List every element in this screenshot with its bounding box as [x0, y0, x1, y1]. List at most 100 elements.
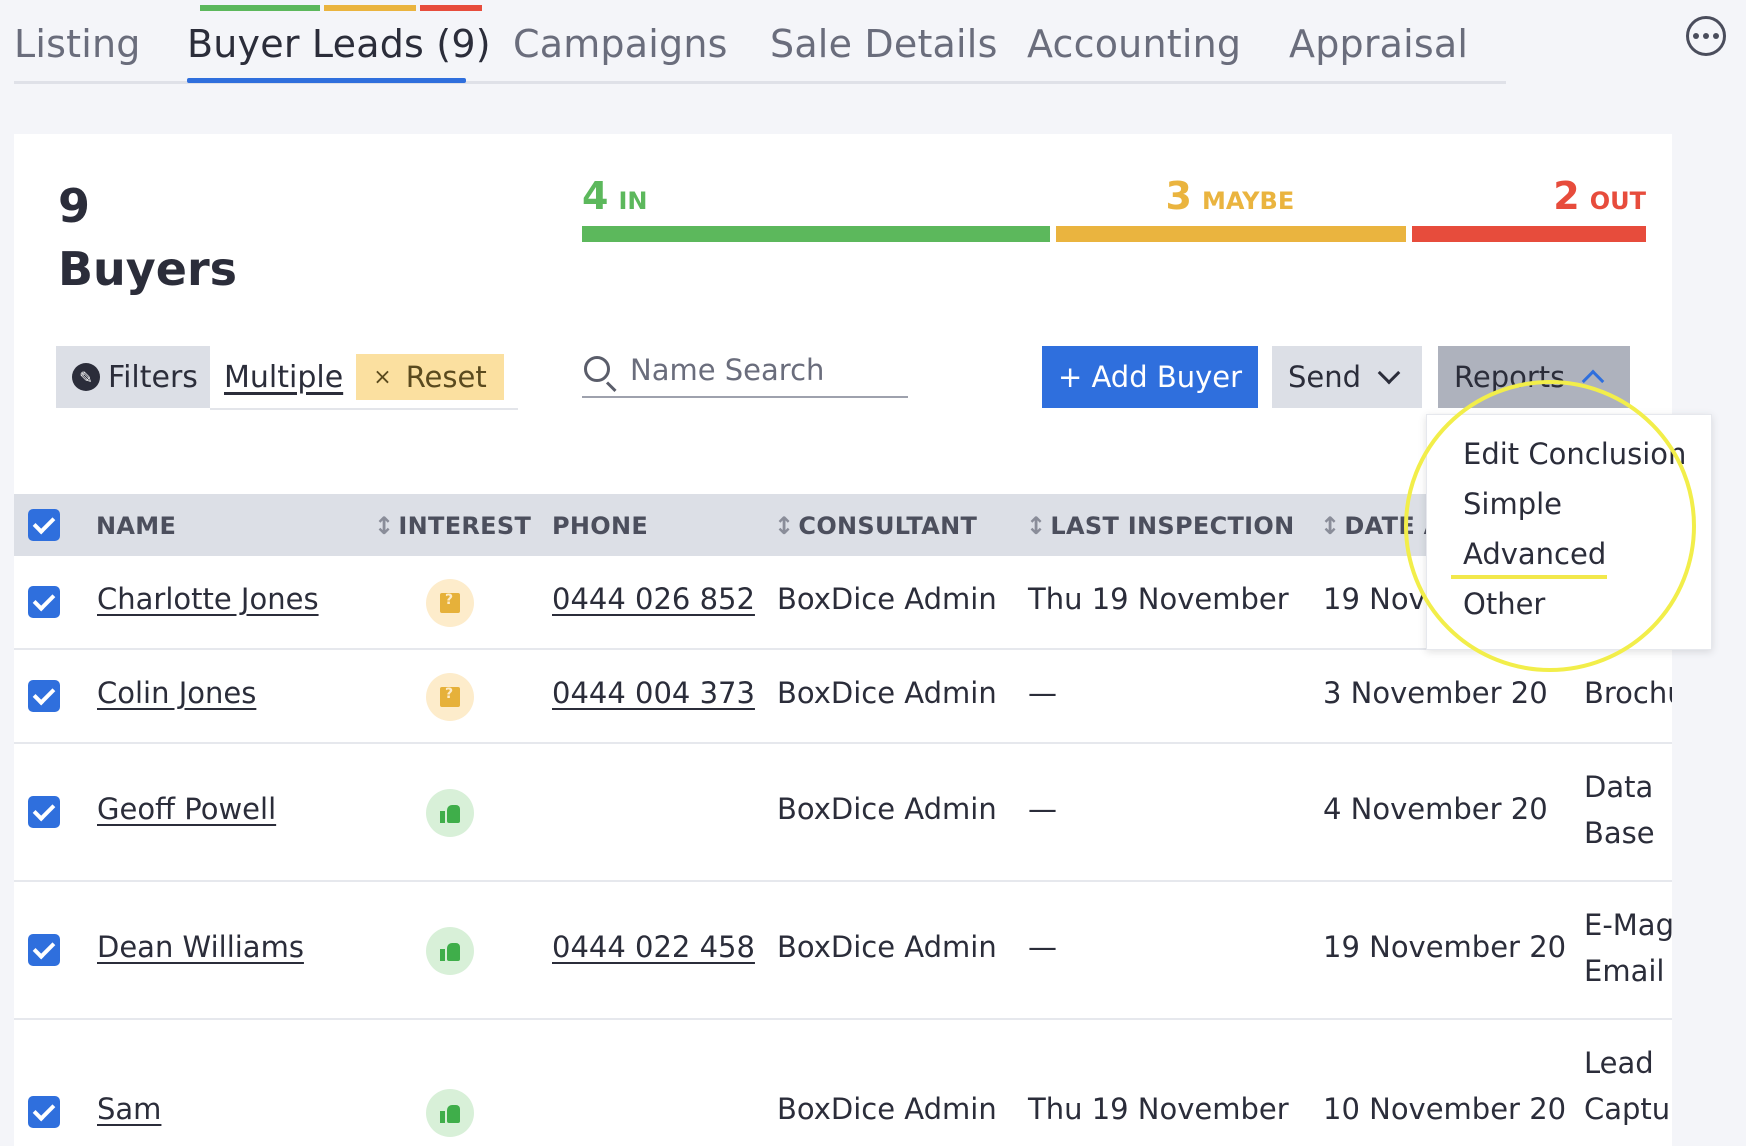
- menu-item-simple[interactable]: Simple: [1463, 487, 1562, 521]
- menu-item-advanced[interactable]: Advanced: [1463, 537, 1606, 571]
- tab-progress-maybe: [324, 5, 416, 11]
- tab-progress-out: [420, 5, 482, 11]
- tab-listing[interactable]: Listing: [14, 22, 141, 66]
- source-cell: Brochu: [1584, 676, 1672, 710]
- send-label: Send: [1288, 360, 1362, 394]
- search-input[interactable]: [630, 350, 900, 390]
- reset-label: Reset: [405, 360, 487, 394]
- row-checkbox[interactable]: [28, 680, 60, 712]
- source-cell: E-Mag Email: [1584, 908, 1672, 988]
- add-buyer-button[interactable]: + Add Buyer: [1042, 346, 1258, 408]
- thumbs-up-icon: [440, 803, 460, 823]
- interest-in-badge[interactable]: [426, 927, 474, 975]
- interest-segment-maybe[interactable]: 3 MAYBE: [1055, 174, 1407, 244]
- table-row[interactable]: Sam BoxDice Admin Thu 19 November 10 Nov…: [14, 1020, 1672, 1146]
- buyer-count: 9: [58, 179, 91, 233]
- tab-interest-progress: [200, 5, 482, 11]
- date-added-cell: 10 November 20: [1323, 1092, 1567, 1126]
- consultant-cell: BoxDice Admin: [777, 582, 997, 616]
- last-inspection-cell: —: [1028, 930, 1057, 964]
- phone-link[interactable]: 0444 004 373: [552, 676, 755, 710]
- row-checkbox[interactable]: [28, 1096, 60, 1128]
- tab-buyer-leads[interactable]: Buyer Leads (9): [187, 22, 491, 66]
- thumbs-up-icon: [440, 1103, 460, 1123]
- row-checkbox[interactable]: [28, 796, 60, 828]
- source-cell: Data Base: [1584, 770, 1655, 850]
- column-interest[interactable]: ↕ INTEREST: [374, 512, 531, 540]
- buyer-name-link[interactable]: Sam: [97, 1092, 161, 1126]
- interest-in-badge[interactable]: [426, 789, 474, 837]
- table-row[interactable]: Geoff Powell BoxDice Admin — 4 November …: [14, 744, 1672, 882]
- reports-dropdown: Edit Conclusion Simple Advanced Other: [1426, 414, 1712, 650]
- row-checkbox[interactable]: [28, 934, 60, 966]
- table-header: NAME ↕ INTEREST PHONE ↕ CONSULTANT ↕ LAST I…: [14, 494, 1672, 556]
- reports-button[interactable]: Reports: [1438, 346, 1630, 408]
- buyer-name-link[interactable]: Charlotte Jones: [97, 582, 319, 616]
- menu-item-other[interactable]: Other: [1463, 587, 1545, 621]
- search-icon: [584, 356, 610, 382]
- tab-campaigns[interactable]: Campaigns: [513, 22, 728, 66]
- phone-link[interactable]: 0444 026 852: [552, 582, 755, 616]
- select-all-checkbox[interactable]: [28, 509, 60, 541]
- sort-icon: ↕: [374, 512, 395, 540]
- buyer-leads-card: 9 Buyers 4 IN 3 MAYBE 2 OUT ✎ Filters Mu…: [14, 134, 1672, 1146]
- date-added-cell: 3 November 20: [1323, 676, 1548, 710]
- filters-button[interactable]: ✎ Filters: [56, 346, 210, 408]
- interest-summary: 4 IN 3 MAYBE 2 OUT: [582, 174, 1646, 244]
- buyer-name-link[interactable]: Dean Williams: [97, 930, 304, 964]
- interest-in-badge[interactable]: [426, 1089, 474, 1137]
- interest-segment-in[interactable]: 4 IN: [582, 174, 1050, 244]
- reset-button[interactable]: × Reset: [356, 354, 504, 400]
- tab-progress-in: [200, 5, 320, 11]
- interest-in-bar: [582, 226, 1050, 242]
- interest-out-count: 2: [1553, 174, 1580, 218]
- date-added-cell: 19 November 20: [1323, 930, 1567, 964]
- interest-out-label: OUT: [1589, 187, 1646, 215]
- thumbs-up-icon: [440, 941, 460, 961]
- tab-bar: Listing Buyer Leads (9) Campaigns Sale D…: [14, 0, 1506, 84]
- advanced-highlight-underline: [1451, 575, 1607, 579]
- consultant-cell: BoxDice Admin: [777, 1092, 997, 1126]
- interest-out-bar: [1412, 226, 1646, 242]
- last-inspection-cell: —: [1028, 676, 1057, 710]
- table-row[interactable]: Charlotte Jones 0444 026 852 BoxDice Adm…: [14, 556, 1672, 650]
- column-date-added[interactable]: ↕ DATE A: [1320, 512, 1443, 540]
- consultant-cell: BoxDice Admin: [777, 930, 997, 964]
- column-last-inspection[interactable]: ↕ LAST INSPECTION: [1026, 512, 1295, 540]
- tab-appraisal[interactable]: Appraisal: [1289, 22, 1468, 66]
- consultant-cell: BoxDice Admin: [777, 676, 997, 710]
- reports-label: Reports: [1454, 360, 1566, 394]
- interest-maybe-badge[interactable]: [426, 579, 474, 627]
- buyer-name-link[interactable]: Colin Jones: [97, 676, 256, 710]
- name-search: [582, 348, 908, 398]
- tab-accounting[interactable]: Accounting: [1027, 22, 1241, 66]
- consultant-cell: BoxDice Admin: [777, 792, 997, 826]
- chevron-down-icon: [1377, 361, 1401, 385]
- interest-maybe-count: 3: [1165, 174, 1192, 218]
- interest-maybe-badge[interactable]: [426, 673, 474, 721]
- tab-sale-details[interactable]: Sale Details: [770, 22, 998, 66]
- send-button[interactable]: Send: [1272, 346, 1422, 408]
- phone-link[interactable]: 0444 022 458: [552, 930, 755, 964]
- last-inspection-cell: Thu 19 November: [1028, 582, 1289, 616]
- row-checkbox[interactable]: [28, 586, 60, 618]
- add-buyer-label: + Add Buyer: [1057, 360, 1243, 394]
- table-row[interactable]: Colin Jones 0444 004 373 BoxDice Admin —…: [14, 650, 1672, 744]
- sort-icon: ↕: [774, 512, 795, 540]
- column-name[interactable]: NAME: [96, 512, 176, 540]
- filter-multiple-link[interactable]: Multiple: [224, 360, 343, 395]
- active-tab-indicator: [187, 78, 466, 83]
- column-phone[interactable]: PHONE: [552, 512, 648, 540]
- last-inspection-cell: —: [1028, 792, 1057, 826]
- buyer-count-label: Buyers: [58, 242, 238, 296]
- interest-segment-out[interactable]: 2 OUT: [1412, 174, 1646, 244]
- close-icon: ×: [373, 364, 392, 390]
- interest-in-label: IN: [618, 187, 648, 215]
- flag-icon: [440, 592, 460, 613]
- buyer-name-link[interactable]: Geoff Powell: [97, 792, 276, 826]
- filter-strip: Multiple × Reset: [210, 346, 518, 410]
- more-options-icon[interactable]: [1686, 16, 1726, 56]
- menu-item-edit-conclusion[interactable]: Edit Conclusion: [1463, 437, 1686, 471]
- column-consultant[interactable]: ↕ CONSULTANT: [774, 512, 977, 540]
- table-row[interactable]: Dean Williams 0444 022 458 BoxDice Admin…: [14, 882, 1672, 1020]
